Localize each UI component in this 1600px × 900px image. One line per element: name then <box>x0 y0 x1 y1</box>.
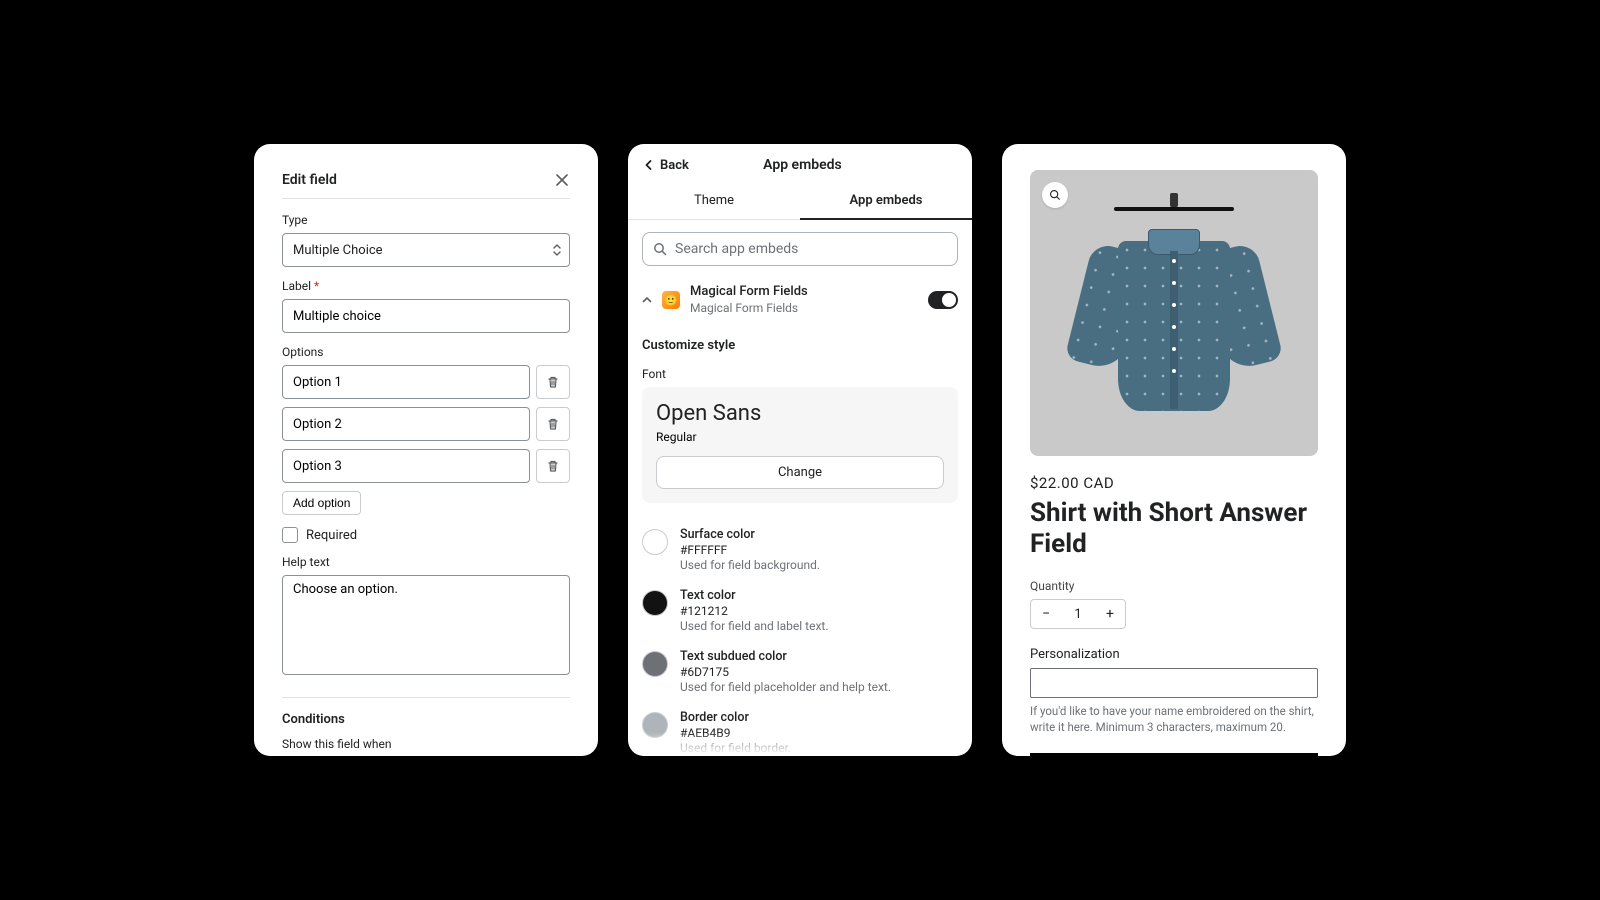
magnify-icon <box>1049 189 1061 201</box>
delete-option-button[interactable] <box>536 449 570 483</box>
color-swatch[interactable] <box>642 651 668 677</box>
color-swatch-row: Text color#121212Used for field and labe… <box>628 580 972 641</box>
color-swatch-row: Surface color#FFFFFFUsed for field backg… <box>628 519 972 580</box>
embed-name: Magical Form Fields <box>690 284 918 301</box>
type-select[interactable]: Multiple Choice <box>282 233 570 267</box>
swatch-hex: #AEB4B9 <box>680 726 791 740</box>
personalization-input[interactable] <box>1030 668 1318 698</box>
add-to-cart-button[interactable]: Add to cart <box>1030 753 1318 756</box>
type-select-value: Multiple Choice <box>293 243 383 258</box>
help-text-label: Help text <box>282 555 570 569</box>
option-input[interactable] <box>282 407 530 441</box>
product-title: Shirt with Short Answer Field <box>1030 498 1318 559</box>
swatch-hex: #FFFFFF <box>680 543 820 557</box>
swatch-name: Text color <box>680 588 829 603</box>
swatch-name: Text subdued color <box>680 649 891 664</box>
font-name: Open Sans <box>656 401 944 426</box>
swatch-name: Border color <box>680 710 791 725</box>
personalization-label: Personalization <box>1030 647 1318 662</box>
search-placeholder: Search app embeds <box>675 241 798 257</box>
font-weight: Regular <box>656 430 944 444</box>
required-checkbox[interactable] <box>282 527 298 543</box>
customize-style-title: Customize style <box>628 328 972 357</box>
option-input[interactable] <box>282 365 530 399</box>
shirt-illustration <box>1064 193 1284 433</box>
embed-toggle[interactable] <box>928 291 958 309</box>
quantity-decrease-button[interactable]: − <box>1031 599 1061 629</box>
font-label: Font <box>628 357 972 387</box>
app-embeds-title: App embeds <box>649 157 956 173</box>
close-icon[interactable] <box>554 172 570 188</box>
trash-icon <box>546 417 560 431</box>
delete-option-button[interactable] <box>536 365 570 399</box>
product-preview-panel: $22.00 CAD Shirt with Short Answer Field… <box>1002 144 1346 756</box>
swatch-hex: #121212 <box>680 604 829 618</box>
help-text-input[interactable] <box>282 575 570 675</box>
conditions-subtitle: Show this field when <box>282 737 570 751</box>
personalization-help: If you'd like to have your name embroide… <box>1030 704 1318 735</box>
swatch-description: Used for field and label text. <box>680 619 829 633</box>
conditions-title: Conditions <box>282 712 570 727</box>
add-option-button[interactable]: Add option <box>282 491 361 515</box>
search-input[interactable]: Search app embeds <box>642 232 958 266</box>
trash-icon <box>546 459 560 473</box>
app-icon: 🙂 <box>662 291 680 309</box>
change-font-button[interactable]: Change <box>656 456 944 489</box>
color-swatch-row: Border color#AEB4B9Used for field border… <box>628 702 972 756</box>
app-embeds-panel: Back App embeds Theme App embeds Search … <box>628 144 972 756</box>
search-icon <box>653 242 667 256</box>
color-swatch[interactable] <box>642 590 668 616</box>
collapse-icon[interactable] <box>642 295 652 305</box>
font-card: Open Sans Regular Change <box>642 387 958 503</box>
quantity-increase-button[interactable]: + <box>1095 599 1125 629</box>
quantity-label: Quantity <box>1030 579 1318 593</box>
swatch-description: Used for field placeholder and help text… <box>680 680 891 694</box>
edit-field-title: Edit field <box>282 172 337 188</box>
swatch-name: Surface color <box>680 527 820 542</box>
swatch-description: Used for field background. <box>680 558 820 572</box>
color-swatch-row: Text subdued color#6D7175Used for field … <box>628 641 972 702</box>
trash-icon <box>546 375 560 389</box>
edit-field-panel: Edit field Type Multiple Choice Label <box>254 144 598 756</box>
product-image <box>1030 170 1318 456</box>
swatch-description: Used for field border. <box>680 741 791 755</box>
options-label: Options <box>282 345 570 359</box>
tab-app-embeds[interactable]: App embeds <box>800 183 972 220</box>
label-label: Label * <box>282 279 570 293</box>
embed-subtitle: Magical Form Fields <box>690 301 918 317</box>
required-label: Required <box>306 528 357 543</box>
tab-theme[interactable]: Theme <box>628 183 800 219</box>
swatch-hex: #6D7175 <box>680 665 891 679</box>
chevron-up-icon <box>642 295 652 305</box>
color-swatch[interactable] <box>642 712 668 738</box>
label-input[interactable] <box>282 299 570 333</box>
option-input[interactable] <box>282 449 530 483</box>
delete-option-button[interactable] <box>536 407 570 441</box>
color-swatch[interactable] <box>642 529 668 555</box>
product-price: $22.00 CAD <box>1030 474 1318 492</box>
quantity-value: 1 <box>1061 607 1095 622</box>
type-label: Type <box>282 213 570 227</box>
quantity-stepper: − 1 + <box>1030 599 1126 629</box>
